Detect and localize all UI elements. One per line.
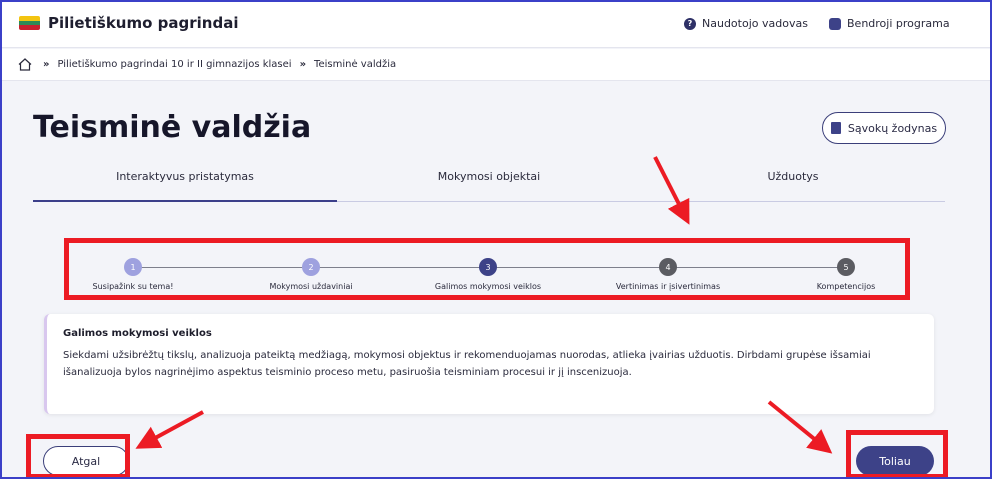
annotation-arrows	[135, 156, 833, 454]
arrow-to-stepper	[653, 156, 690, 225]
arrow-to-next-button	[767, 400, 833, 454]
arrow-to-back-button	[135, 410, 204, 449]
